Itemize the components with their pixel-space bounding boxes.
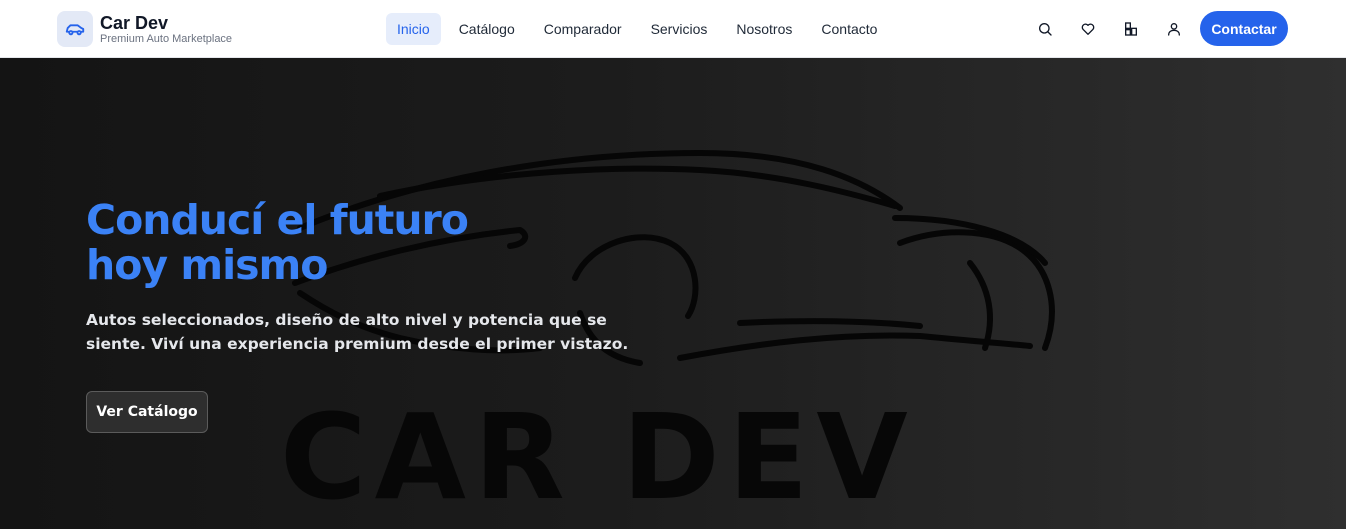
car-icon [57, 11, 93, 47]
nav-catalogo[interactable]: Catálogo [448, 13, 526, 45]
nav-nosotros[interactable]: Nosotros [725, 13, 803, 45]
brand-name: Car Dev [100, 13, 169, 33]
hero-section: CAR DEV Conducí el futuro hoy mismo Auto… [0, 58, 1346, 529]
hero-title-line-2: hoy mismo [86, 241, 328, 289]
brand-logo[interactable]: Car Dev Premium Auto Marketplace [57, 11, 232, 47]
search-icon[interactable] [1034, 18, 1056, 40]
nav-contacto[interactable]: Contacto [810, 13, 888, 45]
view-catalog-button[interactable]: Ver Catálogo [86, 391, 208, 433]
brand-tagline: Premium Auto Marketplace [100, 33, 233, 45]
nav-servicios[interactable]: Servicios [640, 13, 719, 45]
hero-subtitle: Autos seleccionados, diseño de alto nive… [86, 311, 629, 353]
heart-icon[interactable] [1077, 18, 1099, 40]
car-dev-watermark-logo: CAR DEV [280, 150, 1055, 526]
hero-title: Conducí el futuro hoy mismo [86, 196, 469, 289]
main-nav: Inicio Catálogo Comparador Servicios Nos… [386, 13, 895, 45]
contact-button[interactable]: Contactar [1200, 11, 1288, 46]
watermark-text: CAR DEV [280, 388, 916, 526]
nav-inicio[interactable]: Inicio [386, 13, 441, 45]
top-navbar: Car Dev Premium Auto Marketplace Inicio … [0, 0, 1346, 58]
nav-comparador[interactable]: Comparador [533, 13, 633, 45]
compare-icon[interactable] [1120, 18, 1142, 40]
hero-title-line-1: Conducí el futuro [86, 196, 469, 244]
user-icon[interactable] [1163, 18, 1185, 40]
